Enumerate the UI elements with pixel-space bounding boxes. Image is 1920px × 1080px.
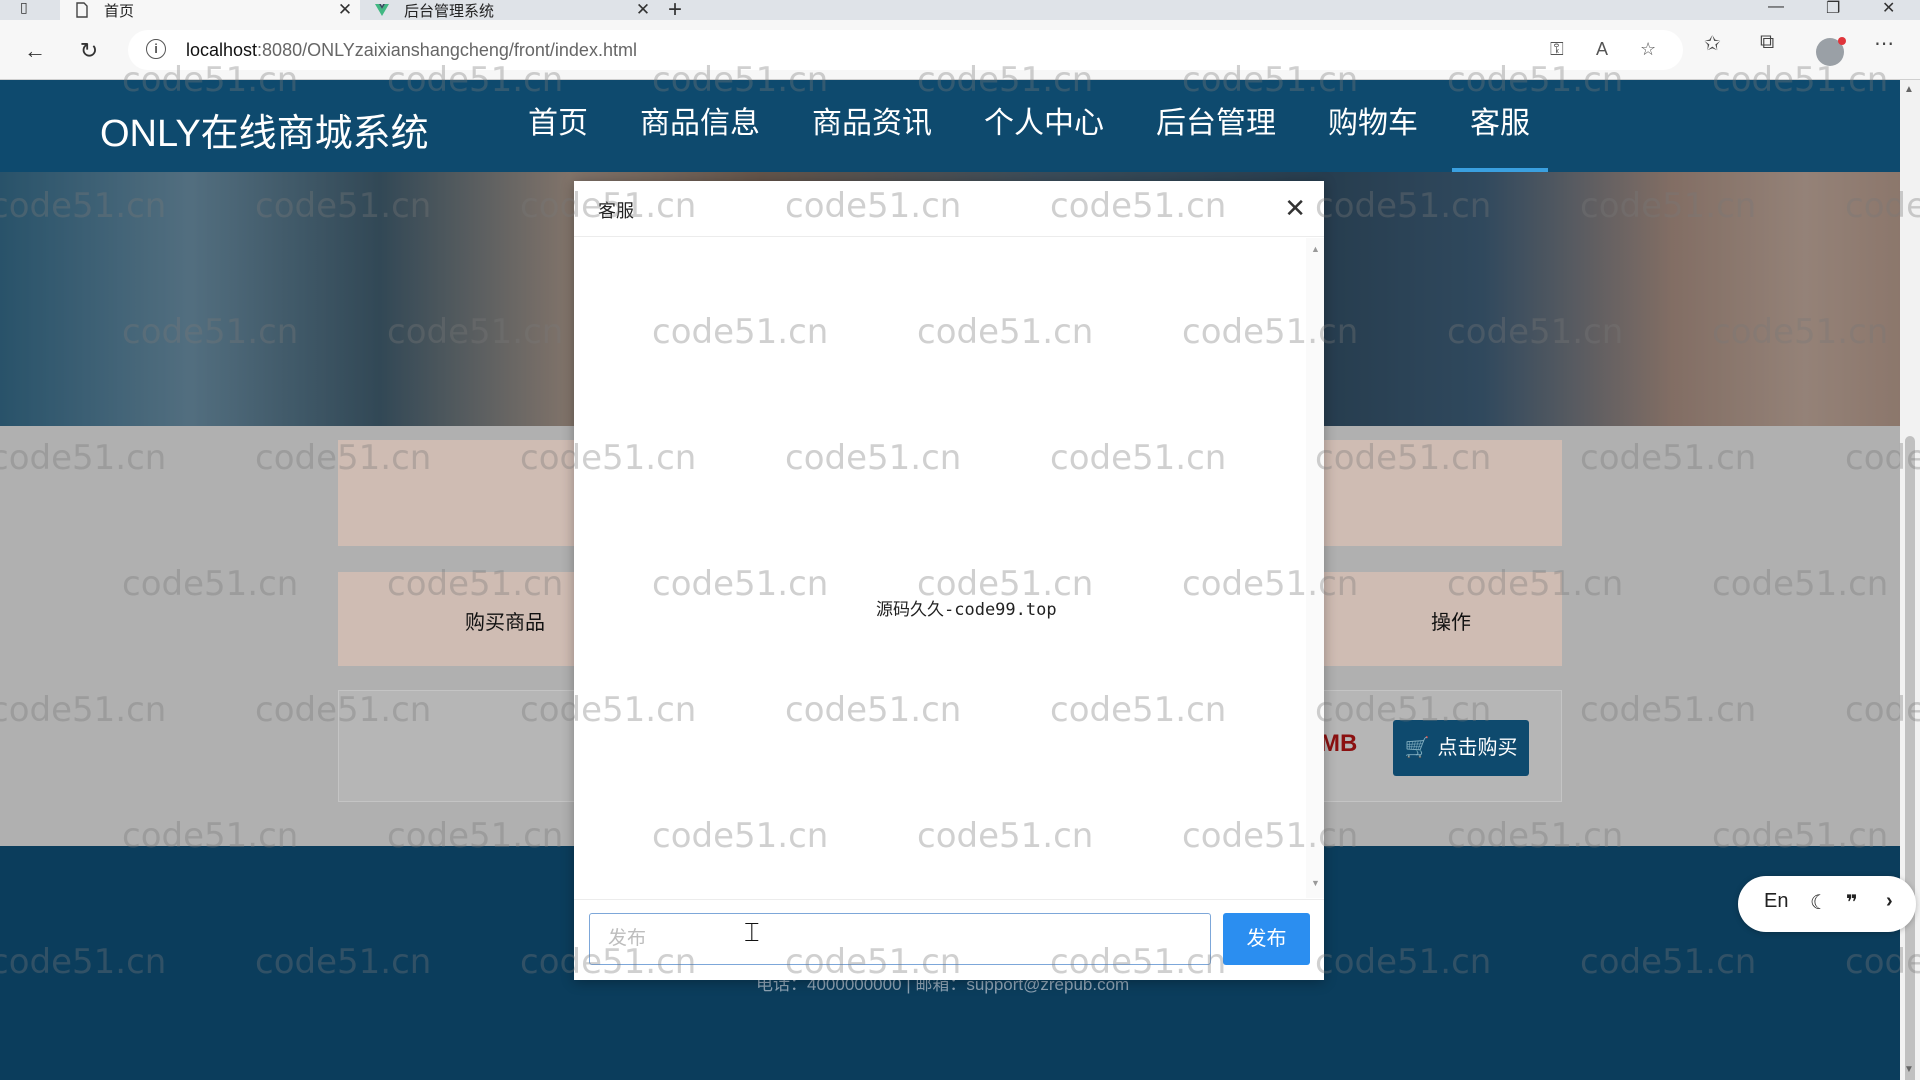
url-text: localhost:8080/ONLYzaixianshangcheng/fro… [186,40,637,60]
minimize-icon[interactable]: — [1768,0,1784,16]
buy-button[interactable]: 🛒 点击购买 [1393,720,1529,776]
nav-item-product-info[interactable]: 商品信息 [614,80,786,172]
tab-title: 后台管理系统 [404,2,495,20]
operation-label: 操作 [1431,612,1471,634]
browser-tab-admin[interactable]: 后台管理系统 ✕ [362,0,658,20]
favorites-icon[interactable]: ✩ [1704,31,1721,56]
nav-item-product-news[interactable]: 商品资讯 [786,80,958,172]
reload-icon[interactable]: ↻ [74,36,104,66]
collections-icon[interactable]: ⧉ [1760,31,1774,54]
text-cursor-icon: ⌶ [744,917,760,947]
dialog-footer: 发布 [574,899,1324,980]
page-scrollbar[interactable]: ▲ ▼ [1900,80,1920,1080]
customer-service-dialog: 客服 ✕ 源码久久-code99.top ▲ ▼ 发布 [574,181,1324,980]
chat-scrollbar[interactable]: ▲ ▼ [1306,238,1324,898]
back-icon[interactable]: ← [20,36,50,66]
add-favorite-icon[interactable]: ☆ [1640,39,1656,60]
scroll-down-icon[interactable]: ▼ [1311,878,1320,888]
main-nav: 首页 商品信息 商品资讯 个人中心 后台管理 购物车 客服 [502,80,1556,172]
chat-message: 源码久久-code99.top [876,600,1057,620]
restore-icon[interactable]: ❐ [1826,0,1840,18]
translate-widget[interactable]: En ☾ ❞ › [1738,876,1916,932]
close-tab-icon[interactable]: ✕ [628,0,658,20]
nav-item-admin[interactable]: 后台管理 [1130,80,1302,172]
dialog-header: 客服 ✕ [574,181,1324,237]
profile-avatar[interactable] [1816,37,1846,66]
sidebar-toggle-icon[interactable]: ▯ [20,0,40,16]
buy-goods-label: 购买商品 [465,612,545,634]
address-bar-row: ← ↻ i localhost:8080/ONLYzaixianshangche… [0,20,1920,80]
scroll-down-icon[interactable]: ▼ [1904,1064,1914,1075]
language-toggle[interactable]: En [1764,890,1788,913]
nav-item-home[interactable]: 首页 [502,80,614,172]
send-button[interactable]: 发布 [1223,913,1310,965]
scroll-up-icon[interactable]: ▲ [1904,84,1914,95]
quote-icon[interactable]: ❞ [1846,890,1858,915]
vue-logo-icon [375,4,389,16]
cart-icon: 🛒 [1404,737,1430,759]
site-header: ONLY在线商城系统 首页 商品信息 商品资讯 个人中心 后台管理 购物车 客服 [0,80,1900,172]
tab-title: 首页 [104,2,135,20]
window-close-icon[interactable]: ✕ [1882,0,1895,18]
read-aloud-icon[interactable]: A [1596,39,1608,60]
chevron-right-icon[interactable]: › [1886,890,1893,913]
site-info-icon[interactable]: i [146,39,166,59]
dialog-title: 客服 [598,201,634,221]
more-menu-icon[interactable]: ⋯ [1874,31,1894,56]
scrollbar-thumb[interactable] [1905,436,1915,1080]
nav-item-customer-service[interactable]: 客服 [1444,80,1556,172]
key-icon[interactable]: ⚿ [1550,39,1564,60]
close-tab-icon[interactable]: ✕ [330,0,360,20]
page-icon [76,2,88,18]
moon-icon[interactable]: ☾ [1810,890,1828,915]
browser-tab-home[interactable]: 首页 ✕ [60,0,360,20]
browser-tab-bar: ▯ 首页 ✕ 后台管理系统 ✕ + — ❐ ✕ [0,0,1920,23]
url-field[interactable]: i localhost:8080/ONLYzaixianshangcheng/f… [128,30,1683,70]
price-unit: MB [1320,730,1358,757]
nav-item-cart[interactable]: 购物车 [1302,80,1444,172]
nav-item-personal-center[interactable]: 个人中心 [958,80,1130,172]
chat-messages: 源码久久-code99.top [574,238,1306,898]
site-title: ONLY在线商城系统 [100,113,429,155]
close-icon[interactable]: ✕ [1284,193,1306,224]
scroll-up-icon[interactable]: ▲ [1311,244,1320,254]
message-input[interactable] [589,913,1211,965]
